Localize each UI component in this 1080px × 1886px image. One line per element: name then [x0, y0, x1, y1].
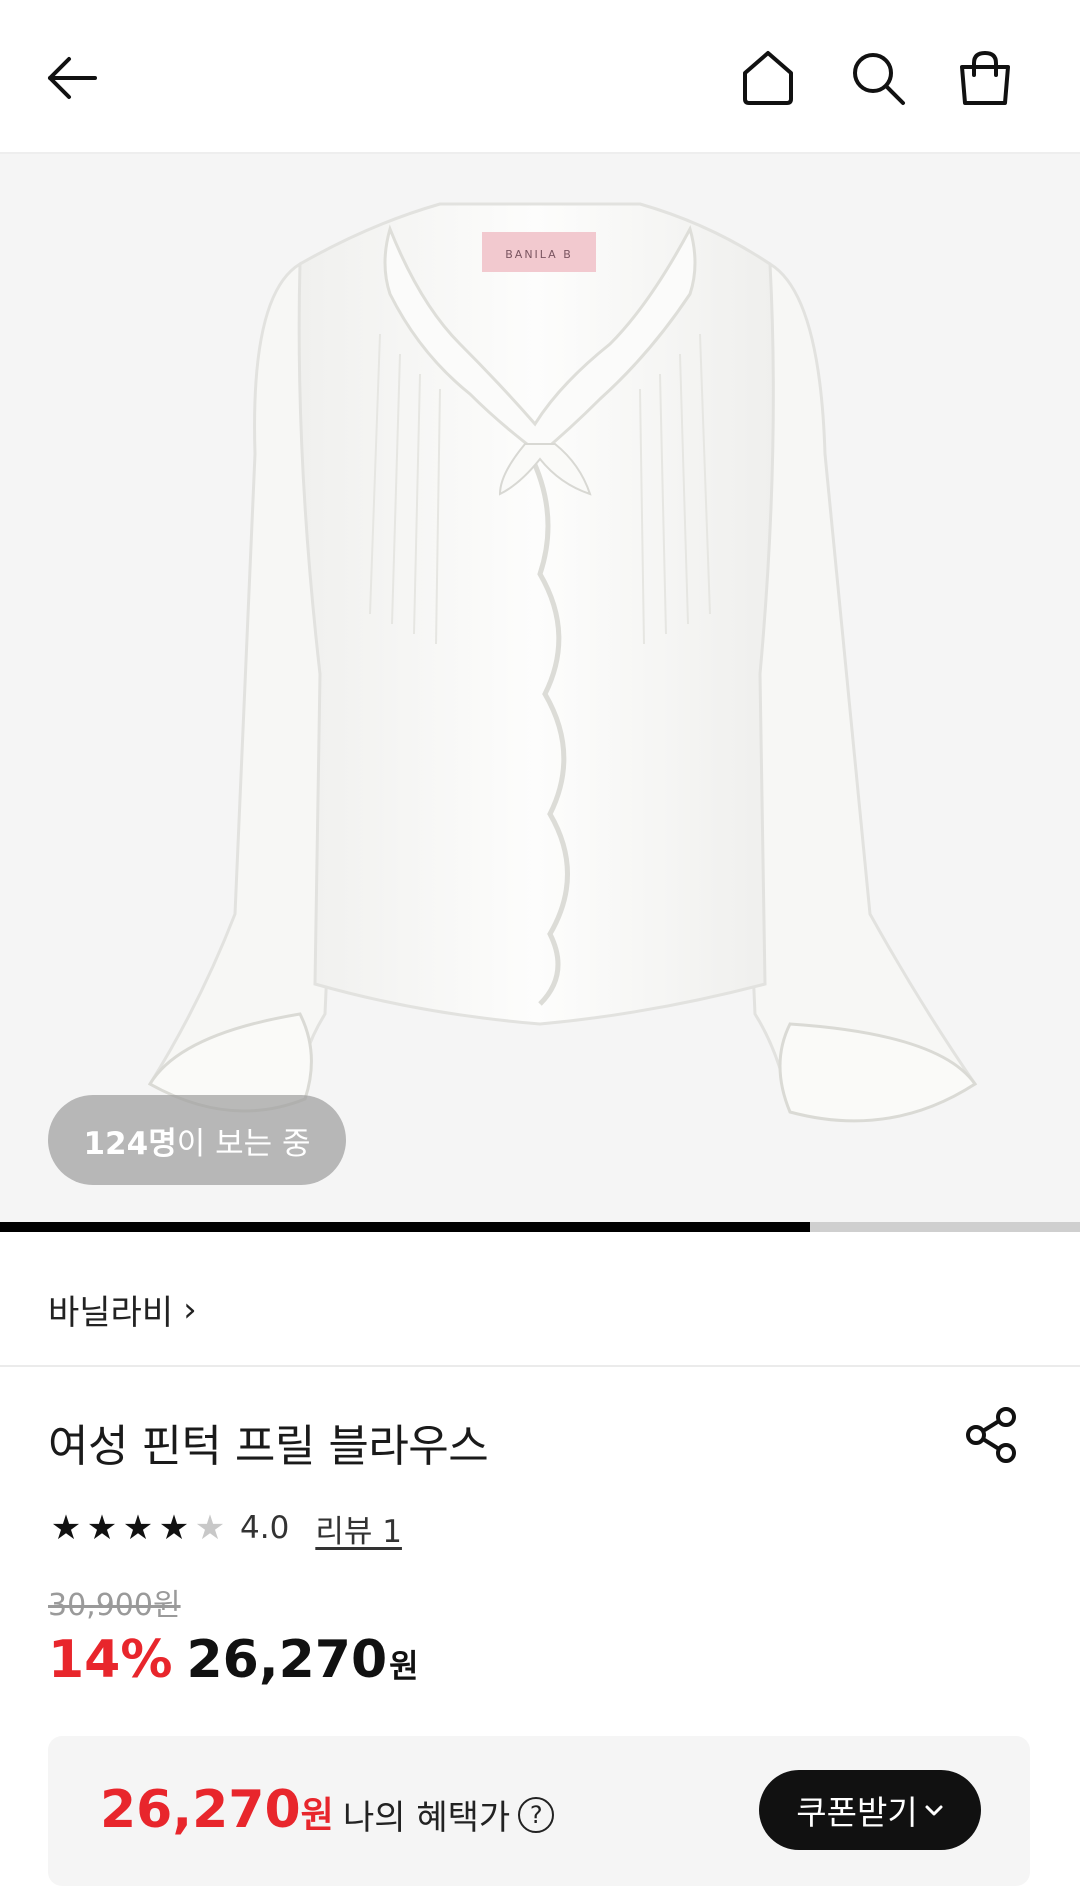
star-icon: ★ — [122, 1508, 154, 1548]
discount-rate: 14% — [48, 1630, 173, 1690]
brand-label-text: BANILA B — [505, 248, 573, 261]
top-navigation-bar — [0, 0, 1080, 154]
share-icon — [966, 1407, 1016, 1463]
brand-name: 바닐라비 — [48, 1293, 174, 1333]
home-button[interactable] — [736, 46, 800, 110]
search-button[interactable] — [846, 46, 910, 110]
original-price: 30,900원 — [48, 1588, 181, 1623]
coupon-button-label: 쿠폰받기 — [796, 1793, 918, 1832]
share-button[interactable] — [962, 1405, 1022, 1465]
star-rating: ★ ★ ★ ★ ★ — [48, 1511, 228, 1545]
price-row: 14% 26,270 원 — [48, 1630, 419, 1690]
benefit-price-box: 26,270원 나의 혜택가 ? 쿠폰받기 — [48, 1736, 1030, 1886]
viewers-badge: 124명 이 보는 중 — [48, 1095, 346, 1185]
star-icon: ★ — [50, 1508, 82, 1548]
star-icon: ★ — [86, 1508, 118, 1548]
viewers-count: 124명 — [83, 1125, 177, 1162]
chevron-right-icon: › — [183, 1289, 197, 1330]
star-icon: ★ — [194, 1508, 226, 1548]
rating-row: ★ ★ ★ ★ ★ 4.0 리뷰 1 — [48, 1505, 402, 1551]
chevron-down-icon — [925, 1805, 943, 1816]
coupon-button[interactable]: 쿠폰받기 — [759, 1770, 981, 1850]
benefit-price-value: 26,270 — [100, 1780, 301, 1840]
product-title: 여성 핀턱 프릴 블라우스 — [48, 1421, 489, 1472]
section-divider — [0, 1365, 1080, 1367]
benefit-price-unit: 원 — [300, 1795, 334, 1836]
home-icon — [743, 51, 793, 105]
review-link[interactable]: 리뷰 1 — [315, 1506, 402, 1551]
search-icon — [853, 53, 905, 105]
benefit-label-text: 나의 혜택가 — [343, 1798, 511, 1838]
cart-button[interactable] — [953, 46, 1017, 110]
sale-price: 26,270 — [186, 1630, 388, 1690]
price-unit: 원 — [389, 1647, 419, 1685]
benefit-label: 나의 혜택가 ? — [343, 1790, 555, 1839]
star-icon: ★ — [158, 1508, 190, 1548]
viewers-suffix: 이 보는 중 — [176, 1125, 311, 1162]
help-icon[interactable]: ? — [518, 1796, 555, 1833]
brand-link[interactable]: 바닐라비 › — [48, 1285, 197, 1334]
benefit-price: 26,270원 — [100, 1780, 334, 1840]
image-progress-fill — [0, 1222, 810, 1232]
image-progress-bar — [0, 1222, 1080, 1232]
product-photo: BANILA B — [147, 202, 978, 1123]
arrow-left-icon — [48, 57, 97, 99]
back-button[interactable] — [40, 46, 104, 110]
shopping-bag-icon — [960, 51, 1010, 105]
rating-value: 4.0 — [240, 1510, 290, 1546]
product-image-carousel[interactable]: BANILA B 124명 이 보는 중 — [0, 154, 1080, 1222]
